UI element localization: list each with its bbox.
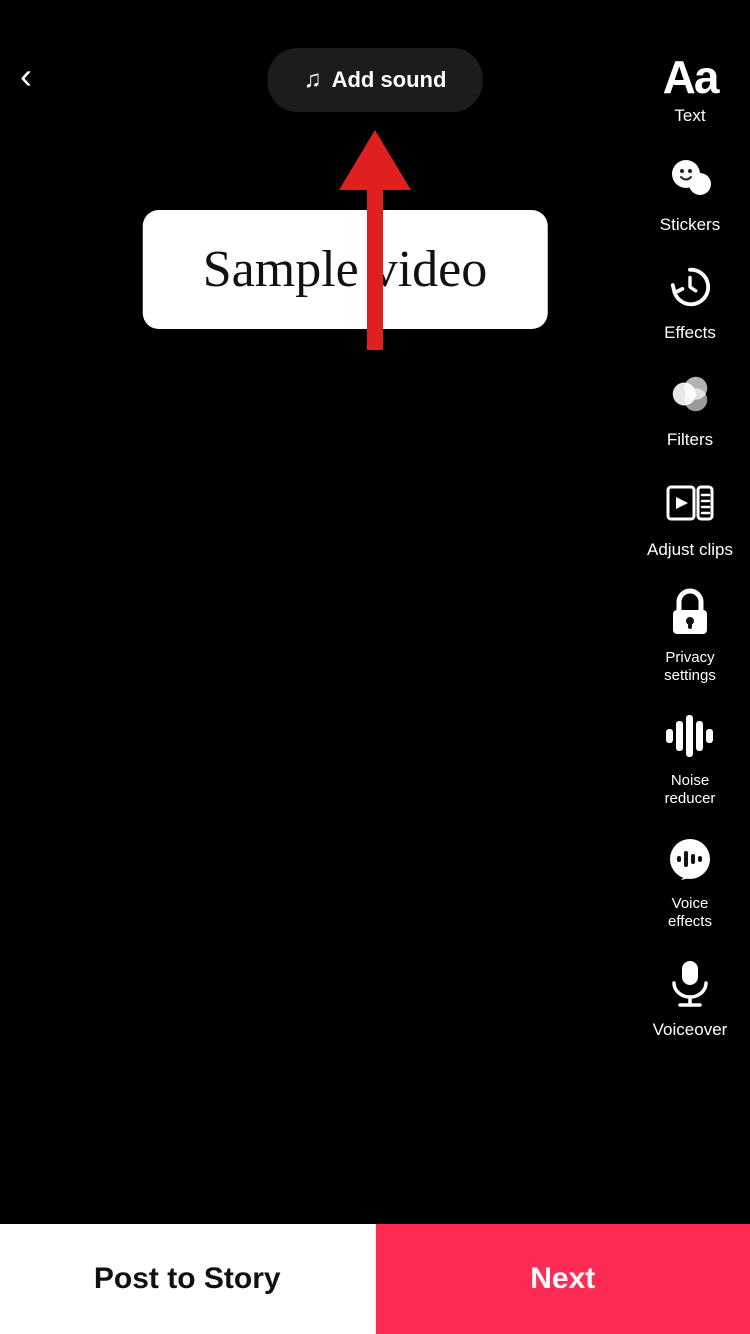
- noise-reducer-icon: [664, 713, 716, 766]
- sidebar-label-privacy: Privacysettings: [664, 649, 716, 685]
- post-to-story-button[interactable]: Post to Story: [0, 1224, 376, 1334]
- add-sound-button[interactable]: ♫ Add sound: [268, 48, 483, 112]
- sidebar-item-stickers[interactable]: Stickers: [630, 140, 750, 249]
- stickers-icon: [666, 154, 714, 209]
- sidebar-label-voice-effects: Voiceeffects: [668, 895, 712, 931]
- sidebar-item-text[interactable]: Aa Text: [630, 40, 750, 140]
- sidebar-item-adjust-clips[interactable]: Adjust clips: [630, 465, 750, 574]
- adjust-clips-icon: [666, 479, 714, 534]
- next-button[interactable]: Next: [376, 1224, 750, 1334]
- sidebar-label-voiceover: Voiceover: [653, 1020, 728, 1040]
- sidebar-label-noise-reducer: Noisereducer: [665, 772, 716, 808]
- effects-icon: [667, 264, 713, 317]
- add-sound-label: Add sound: [332, 67, 447, 93]
- privacy-icon: [669, 588, 711, 643]
- sidebar-label-effects: Effects: [664, 323, 716, 343]
- sidebar-item-effects[interactable]: Effects: [630, 250, 750, 357]
- sidebar-label-filters: Filters: [667, 430, 713, 450]
- arrow-shaft: [367, 190, 383, 350]
- text-aa-icon: Aa: [663, 54, 718, 100]
- back-button[interactable]: ‹: [20, 55, 32, 97]
- sidebar-item-filters[interactable]: Filters: [630, 357, 750, 464]
- sidebar-label-adjust-clips: Adjust clips: [647, 540, 733, 560]
- bottom-bar: Post to Story Next: [0, 1224, 750, 1334]
- arrow-indicator: [339, 130, 411, 350]
- sidebar-item-voice-effects[interactable]: Voiceeffects: [630, 822, 750, 945]
- voice-effects-icon: [667, 836, 713, 889]
- sidebar-item-noise-reducer[interactable]: Noisereducer: [630, 699, 750, 822]
- music-note-icon: ♫: [304, 66, 322, 94]
- sidebar-label-text: Text: [674, 106, 705, 126]
- sidebar-item-voiceover[interactable]: Voiceover: [630, 945, 750, 1054]
- voiceover-icon: [670, 959, 710, 1014]
- sidebar-item-privacy-settings[interactable]: Privacysettings: [630, 574, 750, 699]
- arrow-head: [339, 130, 411, 190]
- sidebar-label-stickers: Stickers: [660, 215, 720, 235]
- filters-icon: [667, 371, 713, 424]
- right-sidebar: Aa Text Stickers: [630, 40, 750, 1054]
